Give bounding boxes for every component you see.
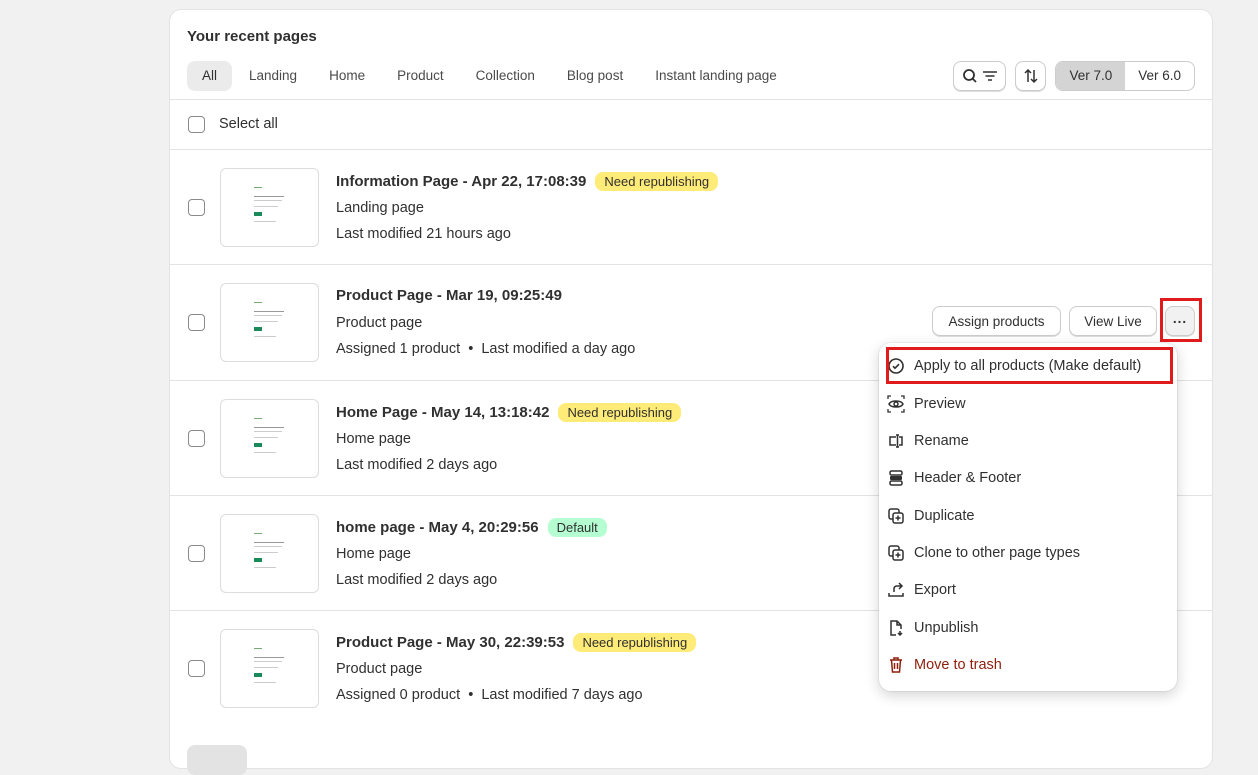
menu-preview[interactable]: Preview [887, 389, 966, 419]
sort-icon [1023, 68, 1039, 84]
status-badge: Need republishing [573, 633, 696, 652]
menu-label: Unpublish [914, 620, 979, 636]
row-checkbox[interactable] [188, 314, 205, 331]
version-7-button[interactable]: Ver 7.0 [1056, 62, 1125, 90]
trash-icon [887, 656, 905, 674]
page-title[interactable]: home page - May 4, 20:29:56 [336, 519, 539, 536]
menu-label: Header & Footer [914, 470, 1021, 486]
row-checkbox[interactable] [188, 545, 205, 562]
card-title: Your recent pages [187, 28, 317, 45]
menu-duplicate[interactable]: Duplicate [887, 501, 974, 531]
menu-export[interactable]: Export [887, 575, 956, 605]
page-thumbnail [220, 514, 319, 593]
version-6-button[interactable]: Ver 6.0 [1125, 62, 1194, 90]
clone-icon [887, 544, 905, 562]
filter-tabs: All Landing Home Product Collection Blog… [187, 61, 792, 91]
view-live-button[interactable]: View Live [1069, 306, 1157, 336]
assign-products-button[interactable]: Assign products [932, 306, 1061, 336]
page-type: Home page [336, 431, 411, 447]
sort-button[interactable] [1015, 61, 1046, 91]
search-filter-button[interactable] [953, 61, 1006, 91]
tab-blog-post[interactable]: Blog post [552, 61, 638, 91]
row-checkbox[interactable] [188, 660, 205, 677]
rename-icon [887, 432, 905, 450]
page-title[interactable]: Information Page - Apr 22, 17:08:39 [336, 173, 586, 190]
page-thumbnail [220, 399, 319, 478]
page-thumbnail [220, 629, 319, 708]
page-meta: Last modified 21 hours ago [336, 226, 511, 242]
duplicate-icon [887, 507, 905, 525]
search-icon [962, 68, 978, 84]
menu-clone[interactable]: Clone to other page types [887, 538, 1080, 568]
highlight-more-button [1160, 298, 1202, 342]
page-type: Landing page [336, 200, 424, 216]
row-checkbox[interactable] [188, 430, 205, 447]
menu-label: Export [914, 582, 956, 598]
highlight-apply-default [886, 347, 1173, 384]
menu-unpublish[interactable]: Unpublish [887, 613, 979, 643]
tab-instant-landing[interactable]: Instant landing page [640, 61, 792, 91]
eye-icon [887, 395, 905, 413]
select-all-label: Select all [219, 116, 278, 132]
menu-label: Move to trash [914, 657, 1002, 673]
tab-collection[interactable]: Collection [461, 61, 550, 91]
page-type: Home page [336, 546, 411, 562]
page-type: Product page [336, 315, 422, 331]
status-badge: Need republishing [595, 172, 718, 191]
filter-icon [982, 68, 998, 84]
menu-header-footer[interactable]: Header & Footer [887, 463, 1021, 493]
page-thumbnail [220, 283, 319, 362]
page-title[interactable]: Product Page - May 30, 22:39:53 [336, 634, 564, 651]
page-title[interactable]: Product Page - Mar 19, 09:25:49 [336, 287, 562, 304]
page-row[interactable]: Information Page - Apr 22, 17:08:39 Need … [170, 149, 1212, 265]
menu-label: Preview [914, 396, 966, 412]
select-all-checkbox[interactable] [188, 116, 205, 133]
tab-home[interactable]: Home [314, 61, 380, 91]
row-checkbox[interactable] [188, 199, 205, 216]
page-type: Product page [336, 661, 422, 677]
version-toggle: Ver 7.0 Ver 6.0 [1055, 61, 1195, 91]
page-title[interactable]: Home Page - May 14, 13:18:42 [336, 404, 549, 421]
status-badge: Default [548, 518, 607, 537]
export-icon [887, 581, 905, 599]
layout-icon [887, 469, 905, 487]
menu-label: Duplicate [914, 508, 974, 524]
menu-label: Clone to other page types [914, 545, 1080, 561]
tab-all[interactable]: All [187, 61, 232, 91]
page-meta: Assigned 0 product • Last modified 7 day… [336, 687, 643, 703]
page-thumbnail [220, 168, 319, 247]
tab-landing[interactable]: Landing [234, 61, 312, 91]
unpublish-icon [887, 619, 905, 637]
status-badge: Need republishing [558, 403, 681, 422]
tab-product[interactable]: Product [382, 61, 459, 91]
menu-label: Rename [914, 433, 969, 449]
menu-rename[interactable]: Rename [887, 426, 969, 456]
page-meta: Last modified 2 days ago [336, 572, 497, 588]
pagination-button[interactable] [187, 745, 247, 775]
page-actions-menu: Apply to all products (Make default) Pre… [879, 343, 1177, 691]
menu-move-to-trash[interactable]: Move to trash [887, 650, 1002, 680]
page-meta: Last modified 2 days ago [336, 457, 497, 473]
page-meta: Assigned 1 product • Last modified a day… [336, 341, 635, 357]
